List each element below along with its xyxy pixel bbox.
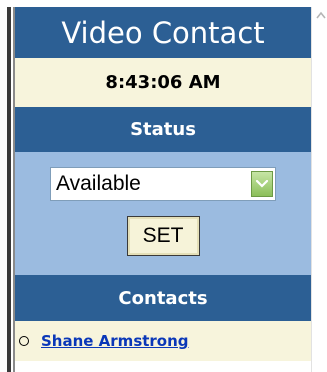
contacts-heading: Contacts [118, 287, 208, 309]
list-item: Shane Armstrong [15, 321, 311, 361]
status-heading: Status [130, 119, 196, 140]
contacts-header: Contacts [15, 275, 311, 321]
page-title: Video Contact [61, 15, 265, 50]
title-bar: Video Contact [15, 7, 311, 58]
scroll-up-arrow-icon[interactable] [313, 7, 327, 25]
video-contact-window: Video Contact 8:43:06 AM Status Availabl… [0, 0, 327, 372]
scrollbar[interactable] [311, 7, 327, 372]
circle-bullet-icon [19, 336, 29, 346]
status-header: Status [15, 107, 311, 152]
clock-row: 8:43:06 AM [15, 58, 311, 107]
window-border-outer [7, 7, 11, 372]
status-controls: Available SET [15, 152, 311, 275]
chevron-down-icon[interactable] [251, 171, 273, 197]
video-contact-panel: Video Contact 8:43:06 AM Status Availabl… [15, 7, 315, 372]
status-select[interactable]: Available [50, 167, 276, 201]
clock-time: 8:43:06 AM [105, 72, 221, 93]
contact-link[interactable]: Shane Armstrong [41, 332, 189, 350]
set-status-button[interactable]: SET [126, 216, 200, 256]
status-select-value: Available [56, 172, 141, 195]
